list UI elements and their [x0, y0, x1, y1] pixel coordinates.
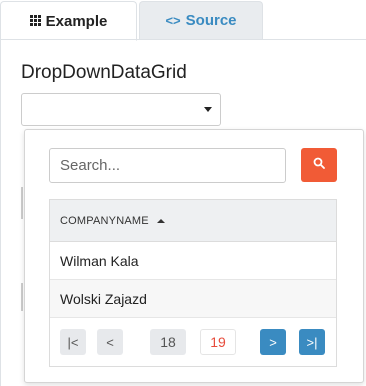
prev-page-button[interactable]: < [97, 329, 123, 355]
chevron-left-icon: < [106, 334, 114, 350]
column-header-companyname[interactable]: COMPANYNAME [50, 200, 336, 242]
next-page-button[interactable]: > [260, 329, 286, 355]
search-button[interactable] [301, 148, 337, 182]
caret-down-icon[interactable] [204, 107, 212, 112]
panel-border [0, 40, 1, 386]
last-page-icon: >| [306, 334, 318, 350]
search-icon [313, 156, 325, 174]
tab-source-label: Source [185, 12, 237, 29]
component-title: DropDownDataGrid [21, 62, 187, 83]
background-control-edge [21, 283, 23, 311]
tab-example[interactable]: Example [0, 1, 137, 41]
table-row[interactable]: Wolski Zajazd [50, 280, 336, 318]
tab-source[interactable]: <> Source [139, 1, 263, 39]
chevron-right-icon: > [269, 334, 277, 350]
code-icon: <> [165, 13, 181, 28]
pager: |< < 18 19 > >| [50, 318, 336, 366]
sort-ascending-icon [156, 218, 165, 223]
page-number: 18 [160, 334, 176, 350]
page-number: 19 [210, 334, 226, 350]
column-header-label: COMPANYNAME [60, 214, 149, 227]
data-grid: COMPANYNAME Wilman Kala Wolski Zajazd |<… [49, 199, 337, 367]
tab-bar: Example <> Source [0, 0, 366, 41]
dropdown-datagrid[interactable] [21, 93, 221, 126]
table-cell: Wolski Zajazd [60, 290, 147, 307]
table-row[interactable]: Wilman Kala [50, 242, 336, 280]
first-page-button[interactable]: |< [60, 329, 86, 355]
search-input[interactable] [49, 148, 286, 183]
last-page-button[interactable]: >| [299, 329, 325, 355]
table-cell: Wilman Kala [60, 252, 139, 269]
first-page-icon: |< [67, 334, 79, 350]
current-page-button[interactable]: 19 [200, 329, 236, 355]
tab-example-label: Example [45, 12, 108, 30]
page-button[interactable]: 18 [150, 329, 186, 355]
grid-icon [29, 14, 41, 29]
background-control-edge [21, 187, 23, 219]
